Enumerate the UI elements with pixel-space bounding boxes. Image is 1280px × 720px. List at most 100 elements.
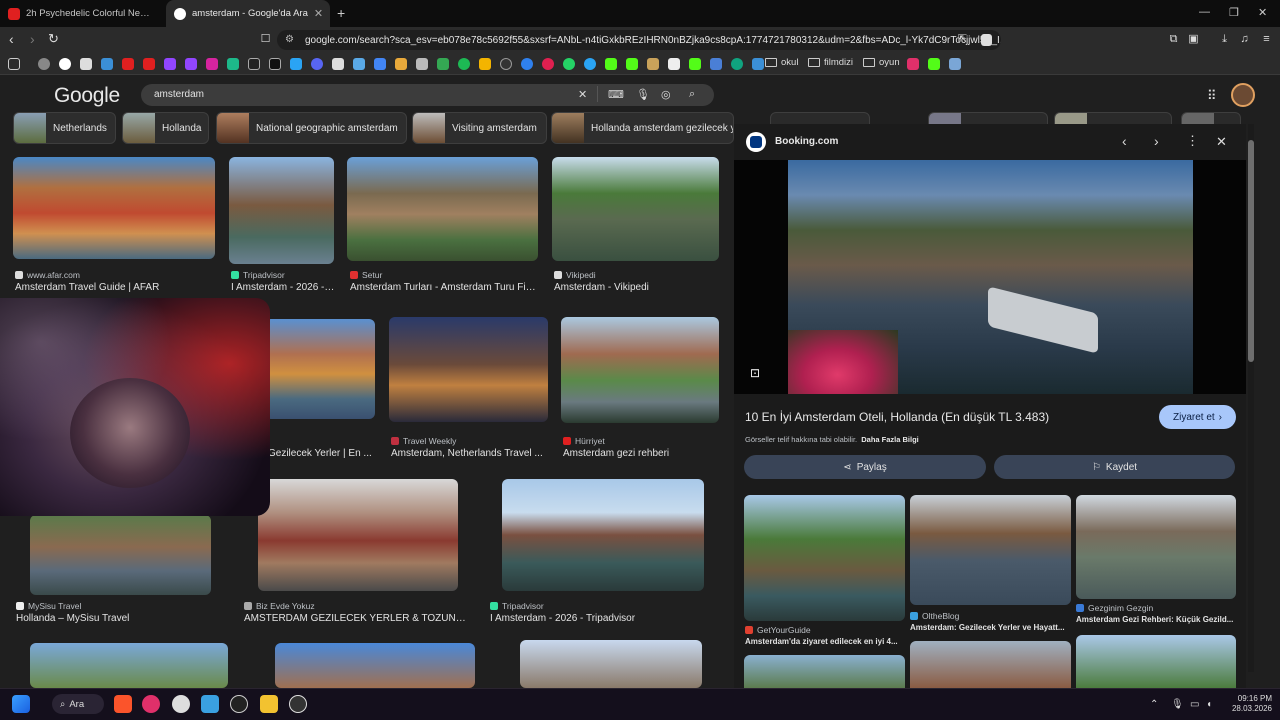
kick-bookmark-icon[interactable] — [605, 58, 617, 70]
bookmark-icon[interactable] — [353, 58, 365, 70]
result-image[interactable] — [229, 157, 334, 264]
kick-bookmark-icon[interactable] — [626, 58, 638, 70]
result-image[interactable] — [520, 640, 702, 688]
github-bookmark-icon[interactable] — [500, 58, 512, 70]
close-tab-icon[interactable]: ✕ — [314, 7, 323, 20]
keyboard-icon[interactable]: ⌨ — [608, 88, 624, 101]
result-source[interactable]: Tripadvisor — [490, 601, 544, 611]
back-icon[interactable]: ‹ — [9, 32, 14, 46]
result-source[interactable]: www.afar.com — [15, 270, 80, 280]
site-settings-icon[interactable]: ⚙ — [285, 34, 294, 45]
media-player-icon[interactable] — [142, 695, 160, 713]
panel-title[interactable]: 10 En İyi Amsterdam Oteli, Hollanda (En … — [745, 410, 1049, 424]
app-icon[interactable] — [230, 695, 248, 713]
result-title[interactable]: Amsterdam - Vikipedi — [554, 282, 718, 293]
whatsapp-bookmark-icon[interactable] — [563, 58, 575, 70]
brave-shield-icon[interactable] — [981, 34, 992, 46]
microphone-icon[interactable]: 🎙︎ — [636, 88, 650, 101]
drive-bookmark-icon[interactable] — [437, 58, 449, 70]
media-icon[interactable]: ♫ — [1238, 33, 1251, 46]
result-title[interactable]: Amsterdam gezi rehberi — [563, 448, 719, 459]
youtube-bookmark-icon[interactable] — [143, 58, 155, 70]
result-image[interactable] — [502, 479, 704, 591]
close-panel-icon[interactable]: ✕ — [1216, 134, 1227, 150]
result-image[interactable] — [258, 479, 458, 591]
clear-search-icon[interactable]: ✕ — [578, 88, 587, 101]
app-icon[interactable] — [172, 695, 190, 713]
result-source[interactable]: MySisu Travel — [16, 601, 81, 611]
related-source[interactable]: Gezginim Gezgin — [1076, 603, 1153, 613]
bookmark-icon[interactable] — [416, 58, 428, 70]
x-bookmark-icon[interactable] — [248, 58, 260, 70]
related-source[interactable]: GetYourGuide — [745, 625, 811, 635]
related-title[interactable]: Amsterdam Gezi Rehberi: Küçük Gezild... — [1076, 615, 1236, 624]
minimize-icon[interactable]: — — [1199, 6, 1210, 18]
related-image[interactable] — [910, 641, 1071, 689]
menu-icon[interactable]: ≡ — [1260, 33, 1273, 46]
taskbar-search[interactable]: ⌕ Ara — [52, 694, 104, 714]
result-title[interactable]: I Amsterdam - 2026 - ... — [231, 282, 335, 293]
save-button[interactable]: ⚐ Kaydet — [994, 455, 1235, 479]
download-icon[interactable]: ⤓ — [1218, 33, 1231, 46]
related-title[interactable]: Amsterdam: Gezilecek Yerler ve Hayatt... — [910, 623, 1070, 632]
more-options-icon[interactable]: ⋮ — [1186, 133, 1199, 149]
tab-youtube[interactable]: 2h Psychedelic Colorful Neon Backgr — [0, 0, 162, 27]
bookmark-icon[interactable] — [227, 58, 239, 70]
twitch-bookmark-icon[interactable] — [185, 58, 197, 70]
visit-button[interactable]: Ziyaret et › — [1159, 405, 1236, 429]
kick-bookmark-icon[interactable] — [928, 58, 940, 70]
twitch-bookmark-icon[interactable] — [164, 58, 176, 70]
result-image[interactable] — [275, 643, 475, 688]
result-source[interactable]: Vikipedi — [554, 270, 596, 280]
preview-image[interactable] — [788, 160, 1193, 394]
bookmark-icon[interactable] — [80, 58, 92, 70]
new-tab-button[interactable]: + — [337, 5, 345, 21]
bookmark-icon[interactable] — [542, 58, 554, 70]
result-title[interactable]: I Amsterdam - 2026 - Tripadvisor — [490, 613, 718, 624]
spotify-bookmark-icon[interactable] — [458, 58, 470, 70]
result-image[interactable] — [347, 157, 538, 261]
network-icon[interactable]: ▭ — [1190, 699, 1199, 710]
related-image[interactable] — [744, 495, 905, 621]
forward-icon[interactable]: › — [30, 32, 35, 46]
result-image[interactable] — [561, 317, 719, 423]
bookmark-icon[interactable] — [949, 58, 961, 70]
address-bar[interactable]: ⚙ google.com/search?sca_esv=eb078e78c569… — [277, 30, 1001, 50]
chip-visiting-amsterdam[interactable]: Visiting amsterdam — [412, 112, 547, 144]
result-title[interactable]: Amsterdam Travel Guide | AFAR — [15, 282, 215, 293]
extensions-icon[interactable]: ⧉ — [1167, 33, 1180, 46]
photos-icon[interactable] — [201, 695, 219, 713]
bookmark-icon[interactable] — [101, 58, 113, 70]
tray-expand-icon[interactable]: ⌃ — [1150, 699, 1158, 710]
google-logo[interactable]: Google — [54, 84, 120, 108]
result-title[interactable]: Amsterdam Turları - Amsterdam Turu Fiy..… — [350, 282, 538, 293]
result-image[interactable] — [265, 319, 375, 419]
microphone-tray-icon[interactable]: 🎙︎ — [1171, 699, 1184, 710]
restore-icon[interactable]: ❐ — [1229, 6, 1239, 19]
brave-icon[interactable] — [114, 695, 132, 713]
clock[interactable]: 09:16 PM 28.03.2026 — [1224, 694, 1272, 714]
bookmark-icon[interactable] — [907, 58, 919, 70]
bookmark-icon[interactable] — [374, 58, 386, 70]
result-image[interactable] — [389, 317, 548, 422]
chatgpt-bookmark-icon[interactable] — [731, 58, 743, 70]
bookmark-folder-oyun[interactable]: oyun — [863, 57, 900, 68]
bookmark-icon[interactable] — [521, 58, 533, 70]
chip-netherlands[interactable]: Netherlands — [13, 112, 116, 144]
result-image[interactable] — [13, 157, 215, 259]
bookmark-icon[interactable] — [689, 58, 701, 70]
bookmark-icon[interactable] — [647, 58, 659, 70]
chip-national-geographic[interactable]: National geographic amsterdam — [216, 112, 407, 144]
bookmark-icon[interactable] — [395, 58, 407, 70]
lens-search-icon[interactable]: ⊡ — [750, 366, 760, 380]
sidebar-icon[interactable]: ▣ — [1187, 33, 1200, 46]
previous-icon[interactable]: ‹ — [1122, 133, 1127, 149]
result-source[interactable]: Hürriyet — [563, 436, 605, 446]
related-image[interactable] — [1076, 635, 1236, 689]
reload-icon[interactable]: ↻ — [48, 32, 59, 46]
instagram-bookmark-icon[interactable] — [206, 58, 218, 70]
share-button[interactable]: ⋖ Paylaş — [744, 455, 986, 479]
result-source[interactable]: Biz Evde Yokuz — [244, 601, 315, 611]
tiktok-bookmark-icon[interactable] — [269, 58, 281, 70]
avatar[interactable] — [1231, 83, 1255, 107]
